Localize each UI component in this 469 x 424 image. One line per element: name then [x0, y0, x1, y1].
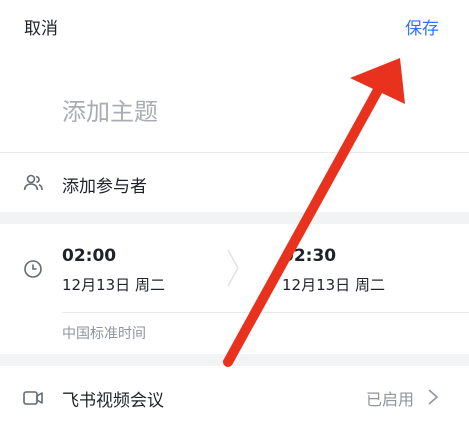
people-icon — [23, 174, 43, 191]
start-time: 02:00 — [62, 246, 117, 266]
timezone-label[interactable]: 中国标准时间 — [62, 323, 146, 343]
end-time: 02:30 — [282, 246, 337, 266]
cancel-button[interactable]: 取消 — [24, 14, 58, 39]
start-date: 12月13日 周二 — [62, 276, 165, 294]
video-meeting-status: 已启用 — [365, 390, 414, 409]
top-bar: 取消 保存 — [0, 0, 469, 56]
add-participants-label: 添加参与者 — [62, 177, 147, 197]
chevron-right-icon — [227, 249, 239, 287]
chevron-right-icon — [428, 389, 439, 405]
divider — [0, 152, 469, 153]
divider — [62, 312, 469, 313]
save-button[interactable]: 保存 — [405, 14, 439, 39]
section-gap — [0, 354, 469, 366]
clock-icon — [24, 260, 42, 278]
video-meeting-label: 飞书视频会议 — [62, 391, 164, 411]
video-camera-icon — [23, 391, 43, 405]
title-input[interactable]: 添加主题 — [62, 92, 158, 127]
end-date: 12月13日 周二 — [282, 276, 385, 294]
section-gap — [0, 212, 469, 224]
